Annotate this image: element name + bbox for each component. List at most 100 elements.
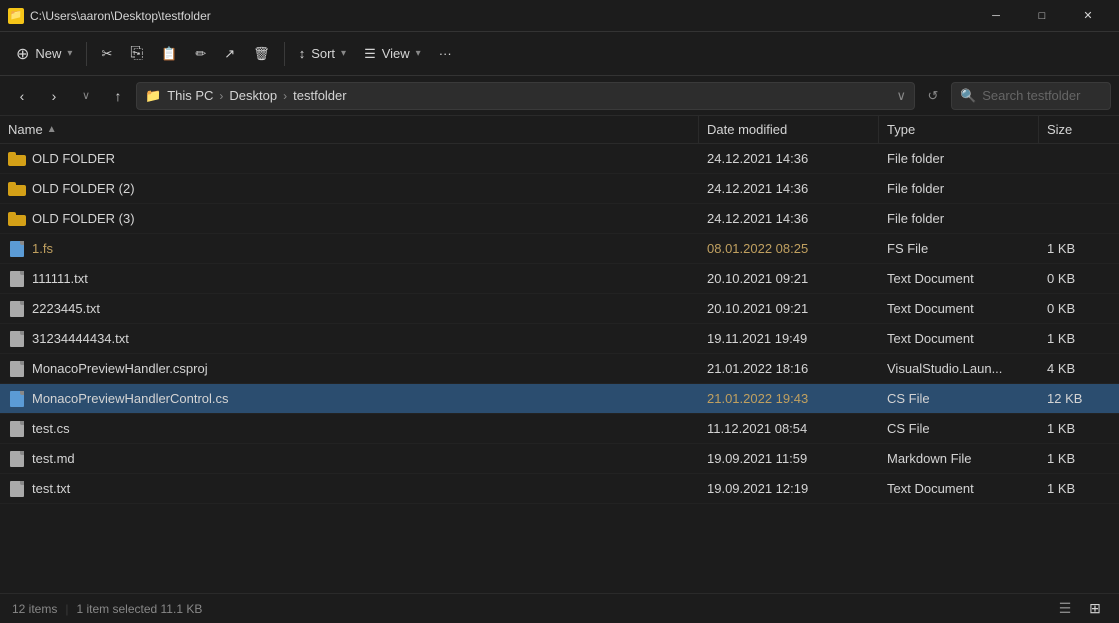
view-button[interactable]: ☰ View ▾ (356, 38, 429, 70)
search-placeholder: Search testfolder (982, 88, 1080, 103)
folder-icon (8, 151, 26, 167)
file-type: Text Document (879, 481, 1039, 496)
table-row[interactable]: MonacoPreviewHandler.csproj21.01.2022 18… (0, 354, 1119, 384)
file-date: 24.12.2021 14:36 (699, 181, 879, 196)
share-button[interactable]: ↗ (216, 38, 243, 70)
file-icon (8, 241, 26, 257)
address-bar[interactable]: 📁 This PC › Desktop › testfolder ∨ (136, 82, 915, 110)
file-list-header: Name ▲ Date modified Type Size (0, 116, 1119, 144)
table-row[interactable]: OLD FOLDER (2) 24.12.2021 14:36File folde… (0, 174, 1119, 204)
column-header-size[interactable]: Size (1039, 116, 1119, 143)
file-size: 0 KB (1039, 271, 1119, 286)
more-icon: ··· (439, 46, 452, 61)
tiles-view-button[interactable]: ⊞ (1083, 597, 1107, 621)
view-label: View (382, 46, 410, 61)
file-size: 12 KB (1039, 391, 1119, 406)
paste-icon: 📋 (161, 46, 177, 62)
file-date: 19.11.2021 19:49 (699, 331, 879, 346)
title-bar-controls: ─ □ ✕ (973, 0, 1111, 32)
dropdown-history-button[interactable]: ∨ (72, 82, 100, 110)
file-rows: OLD FOLDER24.12.2021 14:36File folderOLD… (0, 144, 1119, 504)
file-date: 19.09.2021 11:59 (699, 451, 879, 466)
file-size: 1 KB (1039, 421, 1119, 436)
table-row[interactable]: test.md19.09.2021 11:59Markdown File1 KB (0, 444, 1119, 474)
new-chevron-icon: ▾ (67, 48, 72, 59)
close-button[interactable]: ✕ (1065, 0, 1111, 32)
refresh-button[interactable]: ↺ (919, 82, 947, 110)
column-header-date[interactable]: Date modified (699, 116, 879, 143)
breadcrumb-this-pc[interactable]: This PC (167, 88, 213, 103)
breadcrumb-testfolder[interactable]: testfolder (293, 88, 346, 103)
table-row[interactable]: OLD FOLDER (3) 24.12.2021 14:36File folde… (0, 204, 1119, 234)
new-label: New (35, 46, 61, 61)
table-row[interactable]: test.txt19.09.2021 12:19Text Document1 K… (0, 474, 1119, 504)
column-header-type[interactable]: Type (879, 116, 1039, 143)
breadcrumb-desktop[interactable]: Desktop (229, 88, 277, 103)
back-button[interactable]: ‹ (8, 82, 36, 110)
cut-button[interactable]: ✂ (93, 38, 120, 70)
sort-label: Sort (311, 46, 335, 61)
forward-button[interactable]: › (40, 82, 68, 110)
sort-button[interactable]: ↕ Sort ▾ (291, 38, 354, 70)
view-icon: ☰ (364, 46, 376, 62)
file-size: 4 KB (1039, 361, 1119, 376)
file-size: 1 KB (1039, 451, 1119, 466)
file-name: OLD FOLDER (2) (32, 181, 135, 196)
table-row[interactable]: 2223445.txt 20.10.2021 09:21Text Document… (0, 294, 1119, 324)
file-name: OLD FOLDER (32, 151, 115, 166)
file-date: 24.12.2021 14:36 (699, 151, 879, 166)
selected-info: 1 item selected 11.1 KB (76, 602, 202, 616)
view-chevron-icon: ▾ (416, 48, 421, 59)
table-row[interactable]: MonacoPreviewHandlerControl.cs21.01.2022… (0, 384, 1119, 414)
file-date: 20.10.2021 09:21 (699, 301, 879, 316)
rename-icon: ✏ (195, 46, 206, 62)
file-type: File folder (879, 151, 1039, 166)
paste-button[interactable]: 📋 (153, 38, 185, 70)
address-chevron-icon[interactable]: ∨ (896, 88, 906, 104)
file-name: 2223445.txt (32, 301, 100, 316)
folder-app-icon: 📁 (8, 8, 24, 24)
file-name: OLD FOLDER (3) (32, 211, 135, 226)
table-row[interactable]: test.cs11.12.2021 08:54CS File1 KB (0, 414, 1119, 444)
search-bar[interactable]: 🔍 Search testfolder (951, 82, 1111, 110)
file-date: 11.12.2021 08:54 (699, 421, 879, 436)
new-button[interactable]: ⊕ New ▾ (8, 38, 80, 70)
copy-button[interactable]: ⎘ (122, 38, 151, 70)
table-row[interactable]: 1.fs08.01.2022 08:25FS File1 KB (0, 234, 1119, 264)
details-view-button[interactable]: ☰ (1053, 597, 1077, 621)
up-directory-button[interactable]: ↑ (104, 82, 132, 110)
more-button[interactable]: ··· (431, 38, 460, 70)
title-bar-left: 📁 C:\Users\aaron\Desktop\testfolder (8, 8, 211, 24)
file-type: Text Document (879, 301, 1039, 316)
status-sep-1: | (65, 602, 68, 616)
file-type: Text Document (879, 271, 1039, 286)
table-row[interactable]: 111111.txt20.10.2021 09:21Text Document0… (0, 264, 1119, 294)
file-name: 31234444434.txt (32, 331, 129, 346)
rename-button[interactable]: ✏ (187, 38, 214, 70)
file-type: CS File (879, 421, 1039, 436)
table-row[interactable]: OLD FOLDER 24.12.2021 14:36File folder (0, 144, 1119, 174)
column-header-name[interactable]: Name ▲ (0, 116, 699, 143)
toolbar: ⊕ New ▾ ✂ ⎘ 📋 ✏ ↗ 🗑 ↕ Sort ▾ ☰ View ▾ ··… (0, 32, 1119, 76)
file-icon (8, 301, 26, 317)
address-bar-folder-icon: 📁 (145, 88, 161, 104)
file-type: File folder (879, 211, 1039, 226)
file-icon (8, 331, 26, 347)
file-icon (8, 481, 26, 497)
file-type: Text Document (879, 331, 1039, 346)
minimize-button[interactable]: ─ (973, 0, 1019, 32)
delete-button[interactable]: 🗑 (245, 38, 278, 70)
search-icon: 🔍 (960, 88, 976, 104)
delete-icon: 🗑 (253, 46, 270, 62)
file-name: 1.fs (32, 241, 53, 256)
file-icon (8, 421, 26, 437)
file-icon (8, 391, 26, 407)
maximize-button[interactable]: □ (1019, 0, 1065, 32)
file-name: 111111.txt (32, 271, 88, 286)
file-type: File folder (879, 181, 1039, 196)
file-date: 21.01.2022 18:16 (699, 361, 879, 376)
table-row[interactable]: 31234444434.txt 19.11.2021 19:49Text Docu… (0, 324, 1119, 354)
file-date: 24.12.2021 14:36 (699, 211, 879, 226)
file-size: 1 KB (1039, 241, 1119, 256)
file-type: CS File (879, 391, 1039, 406)
